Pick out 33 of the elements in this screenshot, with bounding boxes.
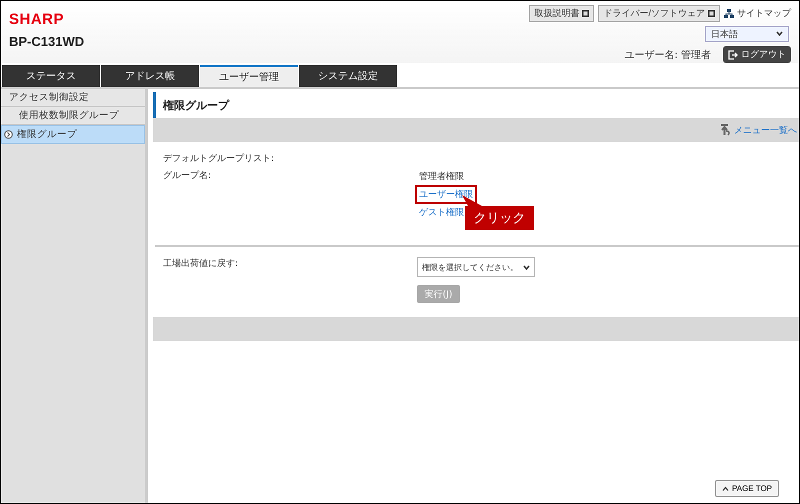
back-to-top-icon: [720, 124, 732, 136]
group-link[interactable]: ユーザー権限: [417, 187, 475, 202]
sidebar-item[interactable]: アクセス制御設定: [1, 89, 145, 107]
nav-tab[interactable]: ユーザー管理: [200, 65, 298, 87]
circle-arrow-icon: [4, 130, 13, 139]
sidebar-item[interactable]: 権限グループ: [1, 125, 145, 144]
sitemap-icon: [724, 9, 734, 18]
external-window-icon: [708, 10, 715, 17]
nav-tab[interactable]: アドレス帳: [101, 65, 199, 87]
sitemap-link[interactable]: サイトマップ: [724, 7, 791, 20]
user-name-label: ユーザー名: 管理者: [624, 48, 711, 62]
field-label: グループ名:: [163, 169, 212, 183]
driver-link-button[interactable]: ドライバー/ソフトウェア: [598, 5, 720, 22]
nav-tab[interactable]: ステータス: [2, 65, 100, 87]
language-select[interactable]: 日本語: [705, 26, 789, 42]
logout-button[interactable]: ログアウト: [723, 46, 791, 63]
field-label: 工場出荷値に戻す:: [163, 258, 240, 271]
model-name: BP-C131WD: [9, 34, 84, 49]
group-name: 管理者権限: [418, 170, 465, 184]
group-select[interactable]: 権限を選択してください。: [417, 257, 535, 277]
external-window-icon: [582, 10, 590, 17]
caret-up-icon: [722, 486, 729, 491]
group-link[interactable]: ゲスト権限: [417, 205, 466, 220]
nav-tab[interactable]: システム設定: [299, 65, 397, 87]
sidebar-item[interactable]: 使用枚数制限グループ: [1, 107, 145, 125]
brand-logo: SHARP: [9, 11, 64, 28]
field-label: デフォルトグループリスト:: [163, 152, 276, 165]
logout-icon: [728, 50, 738, 60]
chevron-icon: [523, 264, 530, 270]
manual-link-button[interactable]: 取扱説明書: [529, 5, 594, 22]
chevron-icon: [776, 29, 783, 39]
menu-list-link[interactable]: メニュー一覧へ: [720, 124, 797, 136]
page-top-button[interactable]: PAGE TOP: [714, 480, 779, 497]
